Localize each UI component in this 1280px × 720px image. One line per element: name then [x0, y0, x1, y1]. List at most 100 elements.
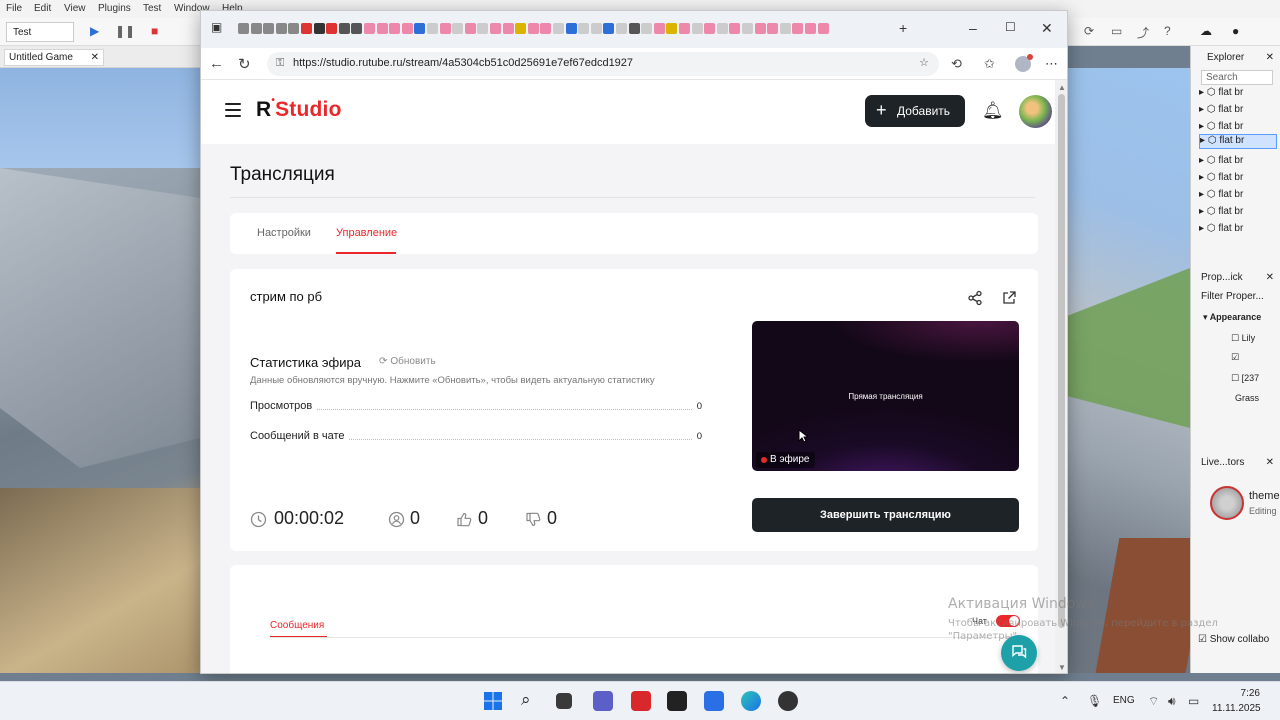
- tab-favicon[interactable]: [805, 23, 816, 34]
- menu-view[interactable]: View: [64, 3, 86, 14]
- menu-plugins[interactable]: Plugins: [98, 3, 131, 14]
- tab-favicon[interactable]: [275, 23, 287, 34]
- close-window-icon[interactable]: ✕: [1041, 20, 1053, 37]
- input-language[interactable]: ENG: [1113, 695, 1135, 706]
- scroll-thumb[interactable]: [1058, 94, 1065, 628]
- close-icon[interactable]: ✕: [1266, 272, 1274, 283]
- pause-icon[interactable]: ❚❚: [115, 24, 135, 38]
- roblox-studio-icon[interactable]: [667, 691, 687, 711]
- property-row[interactable]: Grass: [1235, 393, 1280, 409]
- tab-favicon[interactable]: [565, 23, 577, 34]
- clock-date[interactable]: 11.11.2025: [1212, 703, 1261, 714]
- tab-favicon[interactable]: [250, 23, 262, 34]
- tab-favicon[interactable]: [742, 23, 753, 34]
- play-icon[interactable]: ▶: [90, 24, 99, 38]
- tab-favicon[interactable]: [653, 23, 665, 34]
- tab-favicon[interactable]: [351, 23, 363, 34]
- chat-icon[interactable]: ▭: [1111, 24, 1122, 38]
- tab-favicon[interactable]: [792, 23, 804, 34]
- windows-start-icon[interactable]: [483, 691, 503, 711]
- minimize-icon[interactable]: –: [969, 20, 977, 36]
- share-icon-studio[interactable]: ⤴: [1137, 24, 1149, 41]
- tab-settings[interactable]: Настройки: [257, 227, 311, 239]
- tab-favicon[interactable]: [628, 23, 640, 34]
- tab-favicon[interactable]: [679, 23, 690, 34]
- explorer-item[interactable]: ▸ ⬡ flat br: [1199, 104, 1277, 119]
- refresh-button[interactable]: ⟳ Обновить: [379, 356, 436, 367]
- tab-favicon[interactable]: [288, 23, 300, 34]
- more-menu-icon[interactable]: ⋯: [1045, 56, 1058, 72]
- tab-favicon[interactable]: [716, 23, 728, 34]
- explorer-search[interactable]: Search: [1201, 70, 1273, 85]
- file-explorer-icon[interactable]: [556, 693, 572, 709]
- add-button[interactable]: + Добавить: [865, 95, 965, 127]
- new-tab-icon[interactable]: +: [899, 20, 907, 36]
- mode-select[interactable]: Test: [6, 22, 74, 42]
- tray-expand-icon[interactable]: ⌃: [1060, 694, 1070, 708]
- tab-actions-icon[interactable]: ▣: [211, 20, 222, 34]
- tab-favicon[interactable]: [729, 23, 741, 34]
- tab-messages[interactable]: Сообщения: [270, 620, 324, 631]
- microphone-icon[interactable]: 🎙︎: [1087, 694, 1102, 708]
- bell-icon[interactable]: 🔔︎: [982, 101, 1004, 121]
- tab-favicon[interactable]: [691, 23, 703, 34]
- teams-icon[interactable]: [593, 691, 613, 711]
- external-link-icon[interactable]: [1001, 290, 1017, 306]
- favorites-icon[interactable]: ✩: [984, 56, 995, 72]
- reload-icon[interactable]: ↻: [238, 55, 251, 73]
- close-icon[interactable]: ✕: [91, 52, 99, 63]
- menu-edit[interactable]: Edit: [34, 3, 51, 14]
- tab-favicon[interactable]: [641, 23, 653, 34]
- tab-favicon[interactable]: [616, 23, 627, 34]
- tab-favicon[interactable]: [263, 23, 275, 34]
- roblox-icon[interactable]: [704, 691, 724, 711]
- explorer-item[interactable]: ▸ ⬡ flat br: [1199, 189, 1277, 204]
- game-viewport-left[interactable]: [0, 68, 200, 673]
- tab-untitled-game[interactable]: Untitled Game ✕: [4, 49, 104, 66]
- property-row[interactable]: ☐ Lily: [1231, 333, 1280, 349]
- tab-favicon[interactable]: [389, 23, 401, 34]
- menu-icon[interactable]: [225, 103, 241, 117]
- wifi-icon[interactable]: ⌔: [1148, 694, 1159, 709]
- property-checkbox[interactable]: ☑: [1231, 352, 1280, 368]
- menu-file[interactable]: File: [6, 3, 22, 14]
- game-viewport-right[interactable]: [1067, 68, 1190, 673]
- tab-favicon[interactable]: [779, 23, 791, 34]
- tab-favicon[interactable]: [238, 23, 249, 34]
- explorer-item[interactable]: ▸ ⬡ flat br: [1199, 206, 1277, 221]
- rstudio-logo[interactable]: R•Studio: [256, 95, 342, 122]
- tab-favicon[interactable]: [414, 23, 426, 34]
- tab-favicon[interactable]: [326, 23, 338, 34]
- end-stream-button[interactable]: Завершить трансляцию: [752, 498, 1019, 532]
- tab-favicon[interactable]: [590, 23, 602, 34]
- explorer-item-selected[interactable]: ▸ ⬡ flat br: [1199, 134, 1277, 149]
- maximize-icon[interactable]: ☐: [1005, 20, 1016, 34]
- back-icon[interactable]: ←: [209, 55, 224, 72]
- battery-icon[interactable]: ▭: [1188, 694, 1199, 708]
- edge-browser-icon[interactable]: [741, 691, 761, 711]
- property-row[interactable]: ☐ [237: [1231, 373, 1280, 389]
- explorer-item[interactable]: ▸ ⬡ flat br: [1199, 87, 1277, 102]
- extensions-icon[interactable]: ⟲: [951, 56, 962, 72]
- explorer-item[interactable]: ▸ ⬡ flat br: [1199, 155, 1277, 170]
- tab-favicon[interactable]: [527, 23, 539, 34]
- share-icon[interactable]: [967, 290, 983, 306]
- url-input[interactable]: ⚿ https://studio.rutube.ru/stream/4a5304…: [267, 52, 939, 76]
- tab-favicon[interactable]: [578, 23, 590, 34]
- tab-favicon[interactable]: [515, 23, 527, 34]
- close-icon[interactable]: ✕: [1266, 52, 1274, 63]
- tab-favicon[interactable]: [313, 23, 325, 34]
- explorer-item[interactable]: ▸ ⬡ flat br: [1199, 172, 1277, 187]
- office-icon[interactable]: [631, 691, 651, 711]
- tab-favicon[interactable]: [666, 23, 678, 34]
- explorer-item[interactable]: ▸ ⬡ flat br: [1199, 223, 1277, 238]
- tab-favicon[interactable]: [540, 23, 552, 34]
- bell-icon-studio[interactable]: ●: [1232, 24, 1239, 38]
- cloud-icon[interactable]: ☁: [1200, 24, 1212, 38]
- tab-favicon[interactable]: [452, 23, 464, 34]
- tab-favicon[interactable]: [477, 23, 489, 34]
- tab-favicon[interactable]: [767, 23, 779, 34]
- avatar[interactable]: [1019, 95, 1052, 128]
- menu-test[interactable]: Test: [143, 3, 161, 14]
- tab-favicon[interactable]: [754, 23, 766, 34]
